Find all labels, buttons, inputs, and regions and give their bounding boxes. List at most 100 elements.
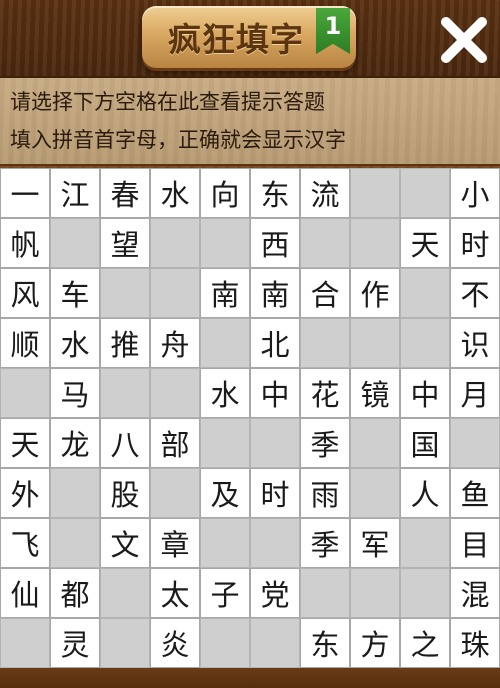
blocked-cell [350, 418, 400, 468]
grid-cell[interactable]: 西 [250, 218, 300, 268]
grid-cell[interactable]: 人 [400, 468, 450, 518]
close-button[interactable] [436, 12, 492, 68]
grid-cell[interactable]: 南 [250, 268, 300, 318]
blocked-cell [200, 218, 250, 268]
grid-cell[interactable]: 东 [300, 618, 350, 668]
grid-cell[interactable]: 水 [150, 168, 200, 218]
blocked-cell [400, 268, 450, 318]
blocked-cell [350, 168, 400, 218]
grid-cell[interactable]: 中 [400, 368, 450, 418]
grid-cell[interactable]: 混 [450, 568, 500, 618]
blocked-cell [350, 218, 400, 268]
grid-cell[interactable]: 章 [150, 518, 200, 568]
grid-cell[interactable]: 雨 [300, 468, 350, 518]
blocked-cell [350, 468, 400, 518]
blocked-cell [400, 318, 450, 368]
close-icon [441, 17, 487, 63]
grid-cell[interactable]: 及 [200, 468, 250, 518]
grid-cell[interactable]: 不 [450, 268, 500, 318]
blocked-cell [250, 418, 300, 468]
title-plaque: 疯狂填字 1 [142, 6, 356, 68]
grid-cell[interactable]: 天 [400, 218, 450, 268]
grid-cell[interactable]: 识 [450, 318, 500, 368]
blocked-cell [150, 468, 200, 518]
blocked-cell [100, 368, 150, 418]
blocked-cell [0, 368, 50, 418]
blocked-cell [200, 518, 250, 568]
hint-line-1: 请选择下方空格在此查看提示答题 [10, 90, 325, 114]
grid-cell[interactable]: 八 [100, 418, 150, 468]
grid-cell[interactable]: 春 [100, 168, 150, 218]
grid-cell[interactable]: 时 [250, 468, 300, 518]
grid-cell[interactable]: 北 [250, 318, 300, 368]
grid-cell[interactable]: 中 [250, 368, 300, 418]
grid-cell[interactable]: 江 [50, 168, 100, 218]
game-title: 疯狂填字 [168, 20, 304, 59]
grid-cell[interactable]: 车 [50, 268, 100, 318]
grid-cell[interactable]: 都 [50, 568, 100, 618]
grid-cell[interactable]: 文 [100, 518, 150, 568]
grid-cell[interactable]: 目 [450, 518, 500, 568]
blocked-cell [0, 618, 50, 668]
grid-cell[interactable]: 水 [200, 368, 250, 418]
grid-cell[interactable]: 东 [250, 168, 300, 218]
blocked-cell [300, 568, 350, 618]
grid-cell[interactable]: 水 [50, 318, 100, 368]
grid-cell[interactable]: 推 [100, 318, 150, 368]
level-flag-icon: 1 [316, 8, 350, 54]
level-number: 1 [324, 12, 342, 40]
grid-cell[interactable]: 舟 [150, 318, 200, 368]
grid-cell[interactable]: 帆 [0, 218, 50, 268]
grid-cell[interactable]: 方 [350, 618, 400, 668]
grid-cell[interactable]: 党 [250, 568, 300, 618]
blocked-cell [350, 318, 400, 368]
grid-cell[interactable]: 太 [150, 568, 200, 618]
grid-cell[interactable]: 顺 [0, 318, 50, 368]
blocked-cell [300, 218, 350, 268]
grid-cell[interactable]: 鱼 [450, 468, 500, 518]
grid-cell[interactable]: 部 [150, 418, 200, 468]
grid-cell[interactable]: 灵 [50, 618, 100, 668]
grid-cell[interactable]: 花 [300, 368, 350, 418]
grid-cell[interactable]: 作 [350, 268, 400, 318]
blocked-cell [250, 518, 300, 568]
grid-cell[interactable]: 珠 [450, 618, 500, 668]
grid-cell[interactable]: 子 [200, 568, 250, 618]
grid-cell[interactable]: 南 [200, 268, 250, 318]
grid-cell[interactable]: 合 [300, 268, 350, 318]
grid-cell[interactable]: 向 [200, 168, 250, 218]
grid-cell[interactable]: 小 [450, 168, 500, 218]
grid-cell[interactable]: 飞 [0, 518, 50, 568]
grid-cell[interactable]: 龙 [50, 418, 100, 468]
grid-cell[interactable]: 炎 [150, 618, 200, 668]
grid-cell[interactable]: 月 [450, 368, 500, 418]
grid-cell[interactable]: 之 [400, 618, 450, 668]
hint-line-2: 填入拼音首字母，正确就会显示汉字 [10, 128, 346, 152]
blocked-cell [400, 568, 450, 618]
grid-cell[interactable]: 风 [0, 268, 50, 318]
grid-cell[interactable]: 天 [0, 418, 50, 468]
blocked-cell [400, 518, 450, 568]
blocked-cell [150, 218, 200, 268]
blocked-cell [150, 368, 200, 418]
grid-cell[interactable]: 镜 [350, 368, 400, 418]
grid-cell[interactable]: 望 [100, 218, 150, 268]
blocked-cell [350, 568, 400, 618]
blocked-cell [200, 318, 250, 368]
grid-cell[interactable]: 一 [0, 168, 50, 218]
top-bar: 疯狂填字 1 [0, 0, 500, 76]
grid-cell[interactable]: 马 [50, 368, 100, 418]
blocked-cell [50, 218, 100, 268]
grid-cell[interactable]: 国 [400, 418, 450, 468]
grid-cell[interactable]: 军 [350, 518, 400, 568]
grid-cell[interactable]: 股 [100, 468, 150, 518]
grid-cell[interactable]: 外 [0, 468, 50, 518]
grid-cell[interactable]: 季 [300, 518, 350, 568]
blocked-cell [300, 318, 350, 368]
grid-cell[interactable]: 流 [300, 168, 350, 218]
grid-cell[interactable]: 季 [300, 418, 350, 468]
crossword-grid: 一江春水向东流小帆望西天时风车南南合作不顺水推舟北识马水中花镜中月天龙八部季国外… [0, 168, 500, 668]
blocked-cell [150, 268, 200, 318]
grid-cell[interactable]: 仙 [0, 568, 50, 618]
grid-cell[interactable]: 时 [450, 218, 500, 268]
